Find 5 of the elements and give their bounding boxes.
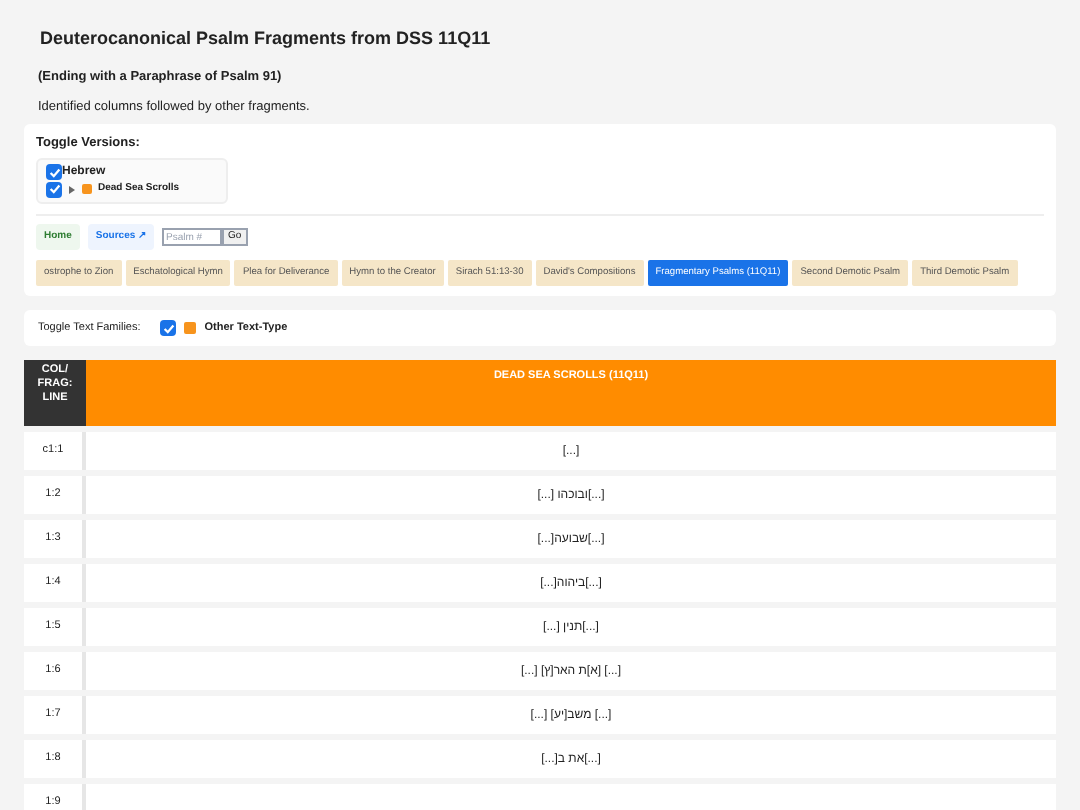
checkbox[interactable] bbox=[46, 164, 62, 181]
page-title: Deuterocanonical Psalm Fragments from DSS 11Q11 bbox=[40, 26, 493, 52]
checkbox[interactable] bbox=[160, 320, 177, 337]
caret-right-icon[interactable] bbox=[68, 185, 76, 194]
checkbox[interactable] bbox=[46, 181, 62, 198]
